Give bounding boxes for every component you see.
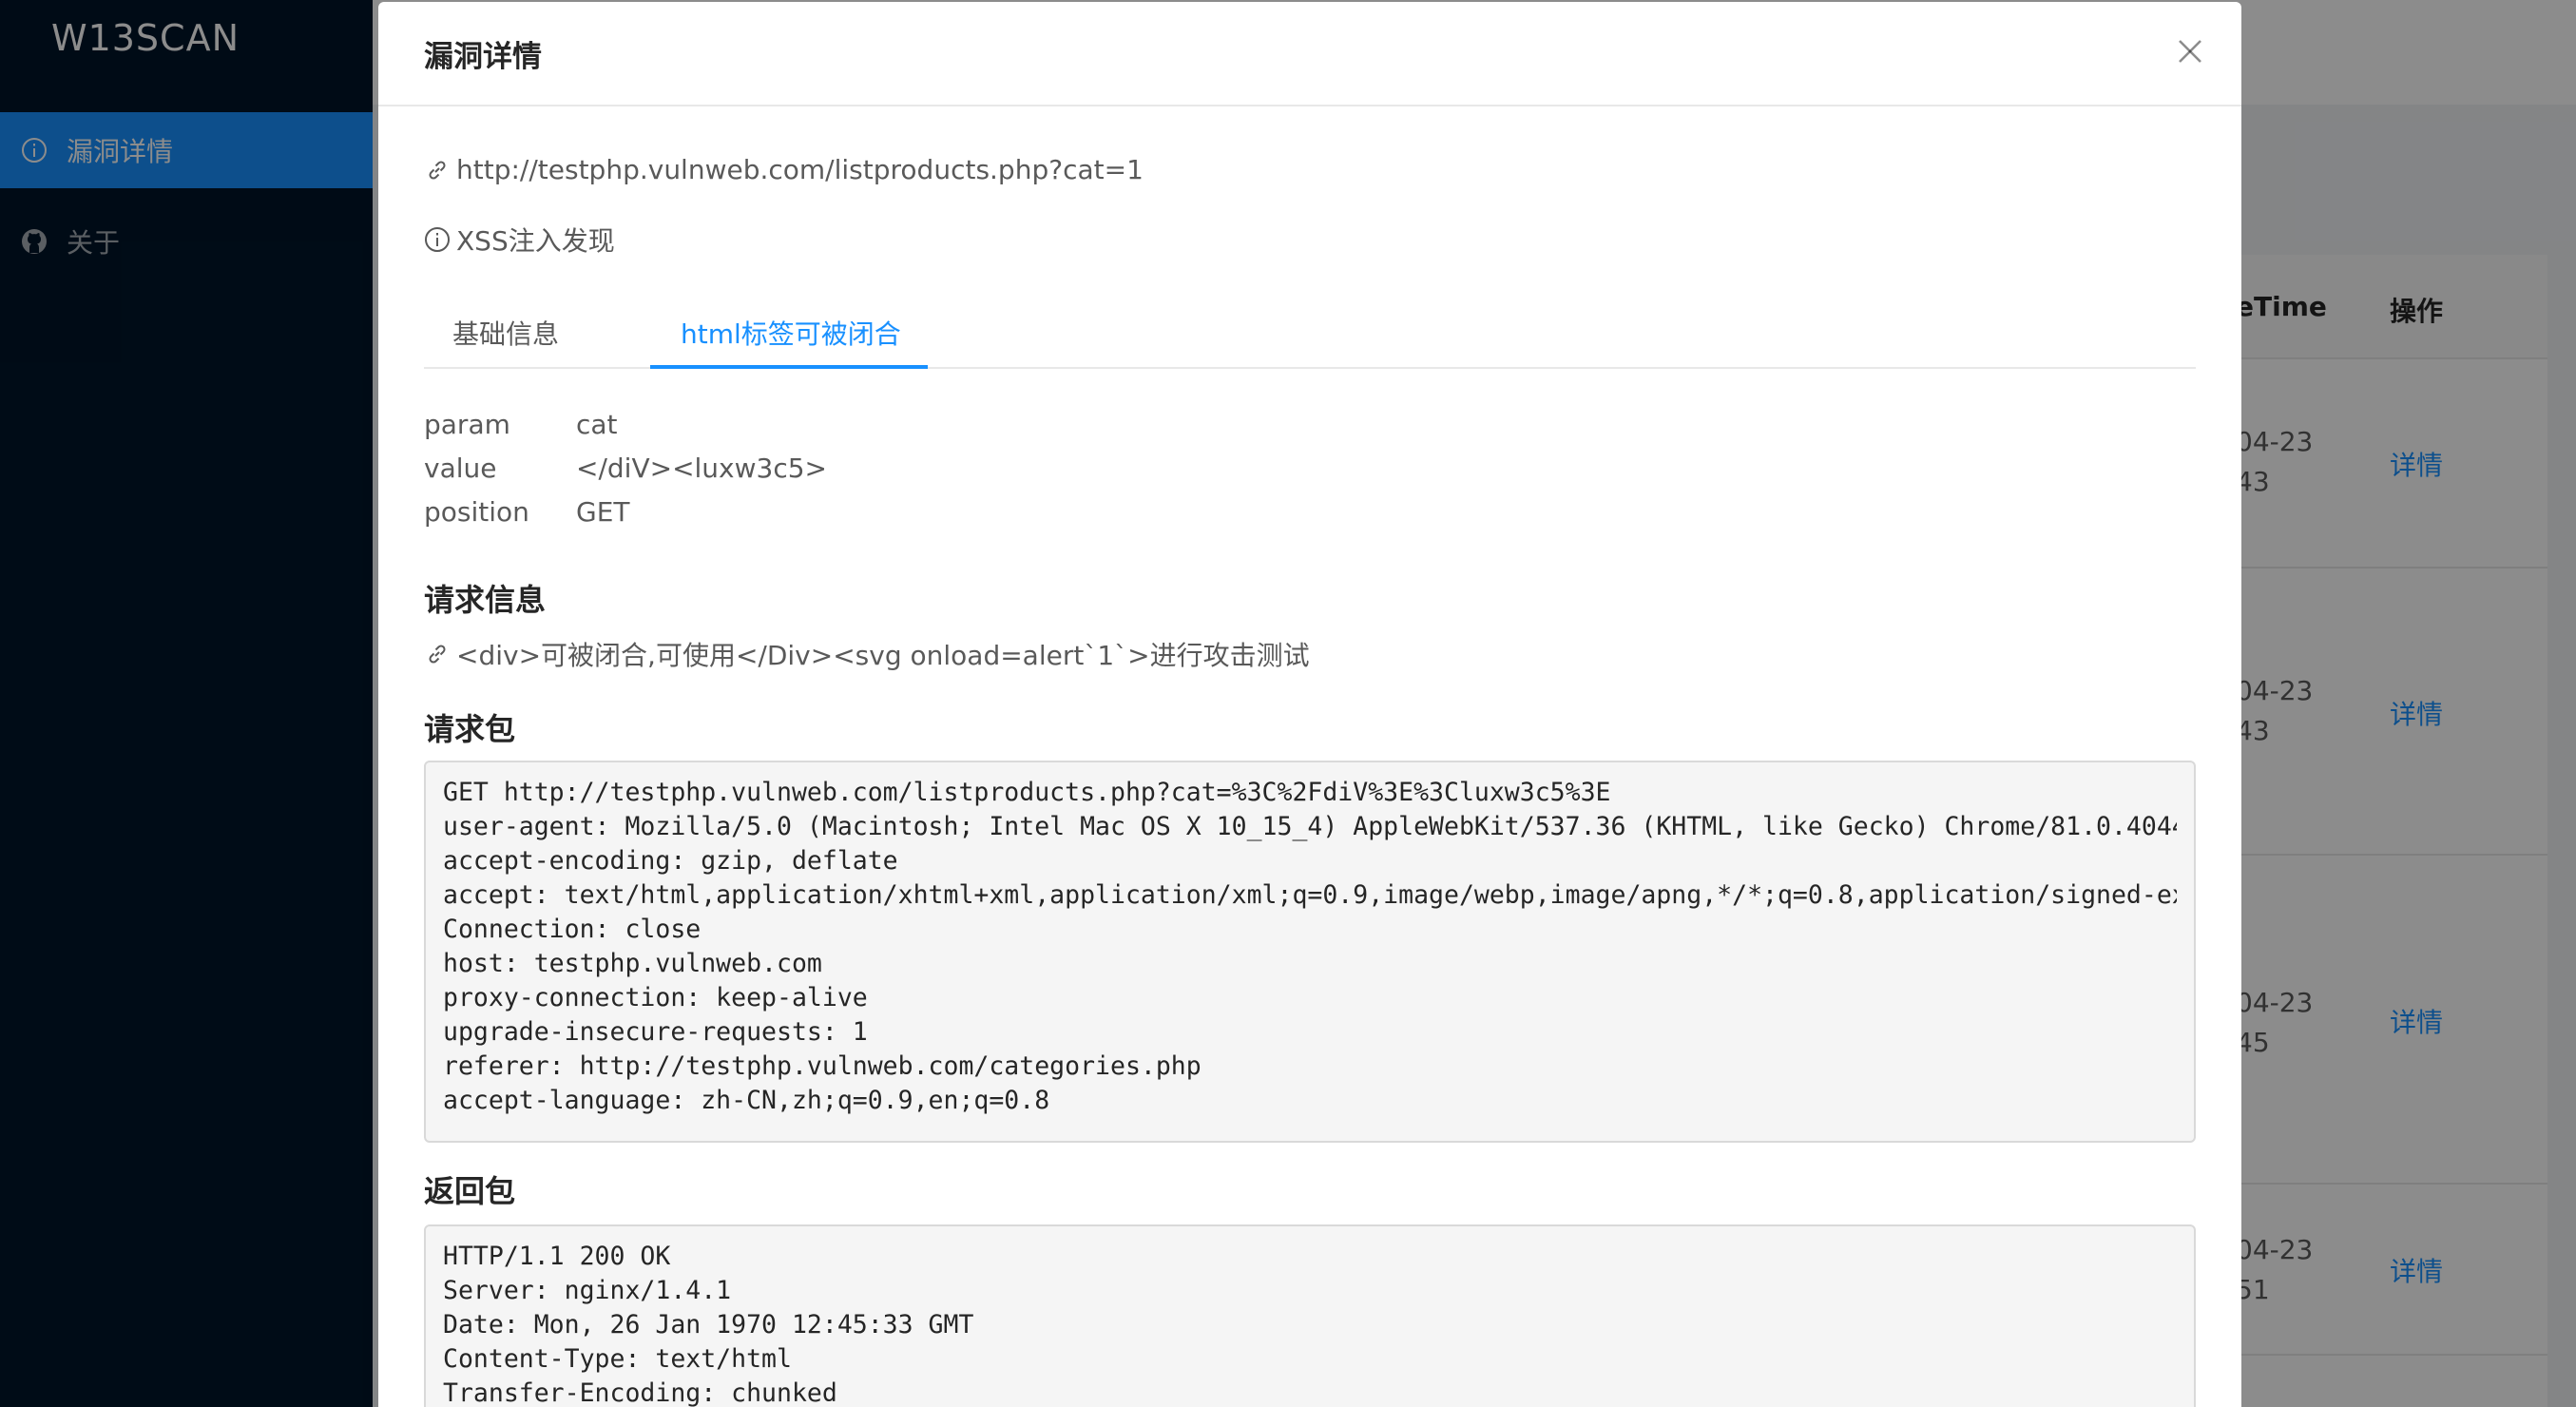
response-packet-box: HTTP/1.1 200 OK Server: nginx/1.4.1 Date… [424, 1224, 2196, 1407]
request-line: referer: http://testphp.vulnweb.com/cate… [443, 1051, 1201, 1081]
request-line: accept-encoding: gzip, deflate [443, 846, 898, 876]
tab-basic-info[interactable]: 基础信息 [452, 314, 559, 352]
request-info-text: <div>可被闭合,可使用</Div><svg onload=alert`1`>… [456, 640, 1310, 671]
request-info-title: 请求信息 [424, 582, 547, 618]
close-button[interactable] [2173, 36, 2207, 70]
request-packet-title: 请求包 [424, 711, 516, 747]
link-icon [424, 157, 451, 183]
request-line: accept: text/html,application/xhtml+xml,… [443, 880, 2177, 910]
response-line: Date: Mon, 26 Jan 1970 12:45:33 GMT [443, 1310, 974, 1340]
info-circle-icon [424, 226, 451, 253]
vuln-name: XSS注入发现 [424, 221, 615, 259]
detail-value: GET [576, 496, 630, 528]
request-line: accept-language: zh-CN,zh;q=0.9,en;q=0.8 [443, 1086, 1050, 1115]
detail-key: value [424, 453, 497, 484]
request-line: GET http://testphp.vulnweb.com/listprodu… [443, 778, 1611, 807]
detail-key: param [424, 409, 510, 440]
response-line: Content-Type: text/html [443, 1344, 792, 1374]
modal-title: 漏洞详情 [424, 39, 542, 74]
close-icon [2177, 38, 2203, 68]
response-line: Transfer-Encoding: chunked [443, 1378, 837, 1407]
detail-key: position [424, 496, 529, 528]
vuln-detail-modal: 漏洞详情 http://testphp.vulnweb.com/listprod… [378, 2, 2241, 1407]
link-icon [424, 641, 451, 667]
response-packet-title: 返回包 [424, 1173, 516, 1209]
response-line: HTTP/1.1 200 OK [443, 1242, 671, 1271]
detail-value: </diV><luxw3c5> [576, 453, 828, 484]
detail-value: cat [576, 409, 618, 440]
modal-header: 漏洞详情 [378, 2, 2241, 106]
response-line: Server: nginx/1.4.1 [443, 1276, 732, 1305]
request-line: proxy-connection: keep-alive [443, 983, 868, 1012]
vuln-url: http://testphp.vulnweb.com/listproducts.… [424, 154, 1144, 185]
request-line: user-agent: Mozilla/5.0 (Macintosh; Inte… [443, 812, 2177, 841]
tab-active-indicator [650, 365, 928, 369]
request-line: host: testphp.vulnweb.com [443, 949, 822, 978]
request-packet-box: GET http://testphp.vulnweb.com/listprodu… [424, 761, 2196, 1143]
detail-tabs: 基础信息 html标签可被闭合 [424, 297, 2196, 369]
tab-html-tag-closable[interactable]: html标签可被闭合 [681, 314, 901, 352]
request-line: Connection: close [443, 915, 702, 944]
vuln-name-text: XSS注入发现 [456, 225, 615, 257]
request-line: upgrade-insecure-requests: 1 [443, 1017, 868, 1047]
request-info: <div>可被闭合,可使用</Div><svg onload=alert`1`>… [424, 635, 1310, 673]
vuln-url-text: http://testphp.vulnweb.com/listproducts.… [456, 154, 1144, 185]
